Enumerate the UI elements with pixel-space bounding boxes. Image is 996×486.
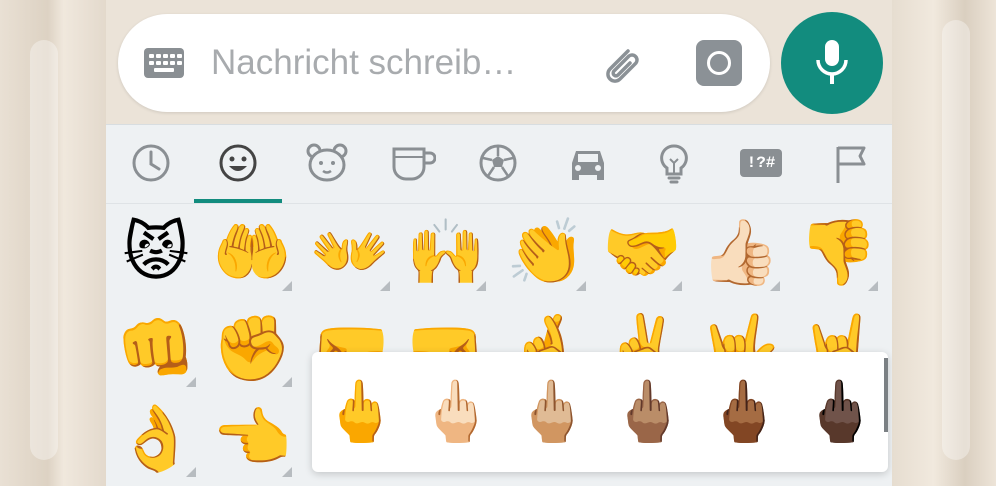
- blur-streak: [30, 40, 58, 460]
- phone-screen: Nachricht schreib… !?# 😾 🤲 👐 🙌 👏 🤝 👍🏻 👎 …: [106, 0, 892, 486]
- emoji-glyph: 👊: [116, 312, 196, 386]
- right-blur-margin: [892, 0, 996, 486]
- emoji-key[interactable]: 🤝: [594, 205, 690, 301]
- symbols-icon: !?#: [740, 149, 782, 177]
- emoji-key[interactable]: 👈: [204, 391, 300, 486]
- emoji-key[interactable]: ✊: [204, 301, 300, 397]
- emoji-glyph: 🤝: [602, 216, 682, 290]
- emoji-glyph: 🤲: [212, 216, 292, 290]
- emoji-glyph: 🖕🏻: [418, 377, 494, 447]
- emoji-key[interactable]: 👊: [108, 301, 204, 397]
- emoji-key[interactable]: 👌: [108, 391, 204, 486]
- skin-tone-option[interactable]: 🖕🏽: [600, 364, 696, 460]
- food-cup-icon: [392, 147, 436, 181]
- skin-tone-indicator: [576, 281, 586, 291]
- tab-smileys[interactable]: [210, 139, 266, 191]
- blur-streak: [942, 20, 970, 460]
- emoji-glyph: 👎: [798, 216, 878, 290]
- tab-travel[interactable]: [558, 139, 614, 191]
- scrollbar[interactable]: [884, 358, 888, 432]
- emoji-glyph: 🖕🏼: [514, 377, 590, 447]
- skin-tone-indicator: [186, 377, 196, 387]
- animal-bear-icon: [306, 143, 348, 182]
- skin-tone-option[interactable]: 🖕🏿: [792, 364, 888, 460]
- skin-tone-option[interactable]: 🖕🏾: [696, 364, 792, 460]
- recent-clock-icon: [132, 144, 170, 182]
- emoji-glyph: 👈: [212, 402, 292, 476]
- emoji-glyph: 🖕🏿: [802, 377, 878, 447]
- emoji-glyph: 🖕: [322, 377, 398, 447]
- emoji-key[interactable]: 😾: [108, 205, 204, 301]
- tab-objects[interactable]: [646, 139, 702, 191]
- skin-tone-option[interactable]: 🖕🏻: [408, 364, 504, 460]
- emoji-glyph: 👏: [506, 216, 586, 290]
- emoji-key[interactable]: 👏: [498, 205, 594, 301]
- tab-animals[interactable]: [297, 139, 353, 191]
- emoji-glyph: 👌: [116, 402, 196, 476]
- keyboard-icon[interactable]: [144, 48, 184, 78]
- skin-tone-indicator: [186, 467, 196, 477]
- emoji-glyph: 👐: [310, 216, 390, 290]
- flag-icon: [836, 146, 866, 183]
- microphone-icon: [816, 40, 848, 84]
- skin-tone-popup: 🖕 🖕🏻 🖕🏼 🖕🏽 🖕🏾 🖕🏿: [312, 352, 888, 472]
- skin-tone-indicator: [868, 281, 878, 291]
- emoji-key[interactable]: 👐: [302, 205, 398, 301]
- emoji-glyph: 🙌: [406, 216, 486, 290]
- left-blur-margin: [0, 0, 106, 486]
- skin-tone-indicator: [672, 281, 682, 291]
- emoji-key[interactable]: 👍🏻: [692, 205, 788, 301]
- skin-tone-indicator: [476, 281, 486, 291]
- emoji-key[interactable]: 👎: [790, 205, 886, 301]
- emoji-glyph: 🖕🏽: [610, 377, 686, 447]
- tab-food[interactable]: [382, 139, 438, 191]
- tab-flags[interactable]: [822, 139, 878, 191]
- tab-symbols[interactable]: !?#: [734, 139, 790, 191]
- lightbulb-icon: [660, 144, 688, 184]
- tab-recent[interactable]: [123, 139, 179, 191]
- emoji-key[interactable]: 🙌: [398, 205, 494, 301]
- skin-tone-indicator: [282, 467, 292, 477]
- emoji-glyph: 😾: [122, 216, 190, 290]
- message-input[interactable]: Nachricht schreib…: [211, 43, 516, 83]
- active-tab-indicator: [194, 199, 282, 203]
- skin-tone-indicator: [282, 281, 292, 291]
- skin-tone-indicator: [770, 281, 780, 291]
- tab-activities[interactable]: [470, 139, 526, 191]
- skin-tone-option[interactable]: 🖕🏼: [504, 364, 600, 460]
- skin-tone-indicator: [380, 281, 390, 291]
- camera-icon[interactable]: [696, 40, 742, 86]
- car-icon: [572, 151, 604, 180]
- emoji-glyph: 👍🏻: [700, 216, 780, 290]
- emoji-glyph: ✊: [212, 312, 292, 386]
- soccer-ball-icon: [479, 144, 517, 182]
- skin-tone-option[interactable]: 🖕: [312, 364, 408, 460]
- paperclip-icon[interactable]: [598, 41, 646, 89]
- microphone-button[interactable]: [781, 12, 883, 114]
- emoji-key[interactable]: 🤲: [204, 205, 300, 301]
- message-composer[interactable]: Nachricht schreib…: [118, 14, 770, 112]
- skin-tone-indicator: [282, 377, 292, 387]
- emoji-category-tabs: !?#: [106, 125, 892, 204]
- smiley-icon: [219, 144, 257, 182]
- emoji-glyph: 🖕🏾: [706, 377, 782, 447]
